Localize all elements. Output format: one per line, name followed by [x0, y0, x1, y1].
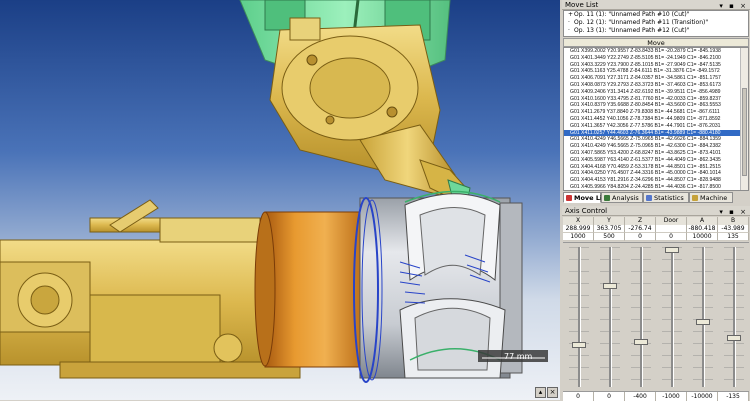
move-line[interactable]: G01 X405.1163 Y25.4788 Z-84.6111 B1= -31…	[564, 68, 748, 75]
tab-analysis[interactable]: Analysis	[601, 192, 643, 203]
axis-upper-limit: 0	[625, 233, 656, 241]
axis-name: B	[718, 217, 749, 225]
slider-z[interactable]	[628, 243, 654, 391]
operations-tree[interactable]: +Op. 11 (1): "Unnamed Path #10 (Cut)" ·O…	[563, 10, 749, 37]
titlebar-buttons[interactable]: ▾ ▪ ×	[719, 207, 748, 217]
viewport-pin-button[interactable]: ▴	[535, 387, 546, 398]
machine-scene	[0, 0, 560, 400]
move-line[interactable]: G01 X409.2406 Y31.3414 Z-82.6192 B1= -39…	[564, 89, 748, 96]
axis-upper-limit: 500	[594, 233, 625, 241]
move-line-selected[interactable]: G01 X411.0257 Y44.4603 Z-76.3644 B1= -43…	[564, 130, 748, 137]
scale-label: 77 mm	[504, 352, 532, 361]
slider-thumb[interactable]	[634, 339, 648, 345]
statistics-tab-icon	[646, 195, 652, 201]
move-line[interactable]: G01 X407.5865 Y53.4200 Z-68.8247 B1= -43…	[564, 150, 748, 157]
move-list-tab-icon	[566, 195, 572, 201]
axis-name: X	[563, 217, 594, 225]
slider-x[interactable]	[566, 243, 592, 391]
stock-cylinder	[255, 212, 365, 367]
move-line[interactable]: G01 X399.2002 Y20.9557 Z-83.8433 B1= -20…	[564, 48, 748, 55]
axis-upper-limit: 0	[656, 233, 687, 241]
axis-values-row: 288.999 363.705 -276.74 -880.418 -43.989	[563, 225, 749, 233]
3d-viewport[interactable]: 77 mm ▴ ×	[0, 0, 560, 400]
axis-value[interactable]: -43.989	[718, 225, 749, 233]
operation-item[interactable]: +Op. 11 (1): "Unnamed Path #10 (Cut)"	[564, 11, 748, 19]
tab-machine[interactable]: Machine	[689, 192, 733, 203]
move-list-title: Move List	[565, 1, 598, 9]
move-line[interactable]: G01 X405.9966 Y84.8204 Z-24.4285 B1= -44…	[564, 184, 748, 191]
move-line[interactable]: G01 X411.3657 Y42.3056 Z-77.5786 B1= -44…	[564, 123, 748, 130]
move-column-header[interactable]: Move	[563, 38, 749, 47]
move-list[interactable]: G01 X399.2002 Y20.9557 Z-83.8433 B1= -20…	[563, 47, 749, 191]
move-line[interactable]: G01 X404.4168 Y70.4659 Z-53.3178 B1= -44…	[564, 164, 748, 171]
move-line[interactable]: G01 X408.0873 Y29.2793 Z-83.3723 B1= -37…	[564, 82, 748, 89]
move-line[interactable]: G01 X404.4153 Y81.2916 Z-34.6296 B1= -44…	[564, 177, 748, 184]
move-list-scrollbar[interactable]	[740, 48, 748, 190]
move-line[interactable]: G01 X404.0250 Y76.4507 Z-44.3316 B1= -45…	[564, 170, 748, 177]
move-line[interactable]: G01 X403.3229 Y23.7900 Z-85.1015 B1= -27…	[564, 62, 748, 69]
axis-control-titlebar: Axis Control ▾ ▪ ×	[562, 206, 750, 216]
slider-thumb[interactable]	[696, 319, 710, 325]
slider-a[interactable]	[690, 243, 716, 391]
slider-b[interactable]	[721, 243, 747, 391]
move-line[interactable]: G01 X411.4452 Y40.1056 Z-78.7384 B1= -44…	[564, 116, 748, 123]
slider-thumb[interactable]	[665, 247, 679, 253]
axis-name: Z	[625, 217, 656, 225]
axis-name: Y	[594, 217, 625, 225]
move-line[interactable]: G01 X401.3449 Y22.2749 Z-85.5105 B1= -24…	[564, 55, 748, 62]
axis-value[interactable]	[656, 225, 687, 233]
slider-thumb[interactable]	[603, 283, 617, 289]
axis-names-row: X Y Z Door A B	[563, 217, 749, 225]
slider-door[interactable]	[659, 243, 685, 391]
axis-sliders	[563, 242, 749, 391]
axis-upper-limit: 10000	[687, 233, 718, 241]
axis-upper-limit: 135	[718, 233, 749, 241]
move-line[interactable]: G01 X410.4249 Y46.5665 Z-75.0965 B1= -42…	[564, 136, 748, 143]
axis-value[interactable]: -880.418	[687, 225, 718, 233]
axis-upper-limit: 1000	[563, 233, 594, 241]
operation-item[interactable]: ·Op. 12 (1): "Unnamed Path #11 (Transiti…	[564, 19, 748, 27]
axis-value[interactable]: 363.705	[594, 225, 625, 233]
analysis-tab-icon	[604, 195, 610, 201]
axis-upper-limits-row: 1000 500 0 0 10000 135	[563, 233, 749, 241]
scrollbar-thumb[interactable]	[742, 88, 747, 176]
move-list-titlebar: Move List ▾ ▪ ×	[562, 0, 750, 10]
slider-thumb[interactable]	[572, 342, 586, 348]
axis-table: X Y Z Door A B 288.999 363.705 -276.74 -…	[563, 217, 749, 241]
move-line[interactable]: G01 X410.8379 Y35.6688 Z-80.8454 B1= -43…	[564, 102, 748, 109]
move-line[interactable]: G01 X410.1600 Y33.4795 Z-81.7760 B1= -42…	[564, 96, 748, 103]
axis-value[interactable]: -276.74	[625, 225, 656, 233]
axis-value[interactable]: 288.999	[563, 225, 594, 233]
tab-move-list[interactable]: Move List	[563, 192, 601, 203]
slider-thumb[interactable]	[727, 335, 741, 341]
move-line[interactable]: G01 X411.2679 Y37.8840 Z-79.8308 B1= -44…	[564, 109, 748, 116]
viewport-close-button[interactable]: ×	[547, 387, 558, 398]
move-line[interactable]: G01 X405.5987 Y63.4140 Z-61.5377 B1= -44…	[564, 157, 748, 164]
move-line[interactable]: G01 X406.7091 Y27.3171 Z-84.0357 B1= -34…	[564, 75, 748, 82]
machine-tab-icon	[692, 195, 698, 201]
panel-tabs: Move List Analysis Statistics Machine	[563, 192, 749, 204]
side-panel: Move List ▾ ▪ × +Op. 11 (1): "Unnamed Pa…	[562, 0, 750, 400]
axis-name: A	[687, 217, 718, 225]
move-line[interactable]: G01 X410.4249 Y46.5665 Z-75.0965 B1= -42…	[564, 143, 748, 150]
slider-y[interactable]	[597, 243, 623, 391]
operation-item[interactable]: ·Op. 13 (1): "Unnamed Path #12 (Cut)"	[564, 27, 748, 35]
axis-name: Door	[656, 217, 687, 225]
axis-control-title: Axis Control	[565, 207, 607, 215]
tab-statistics[interactable]: Statistics	[643, 192, 689, 203]
